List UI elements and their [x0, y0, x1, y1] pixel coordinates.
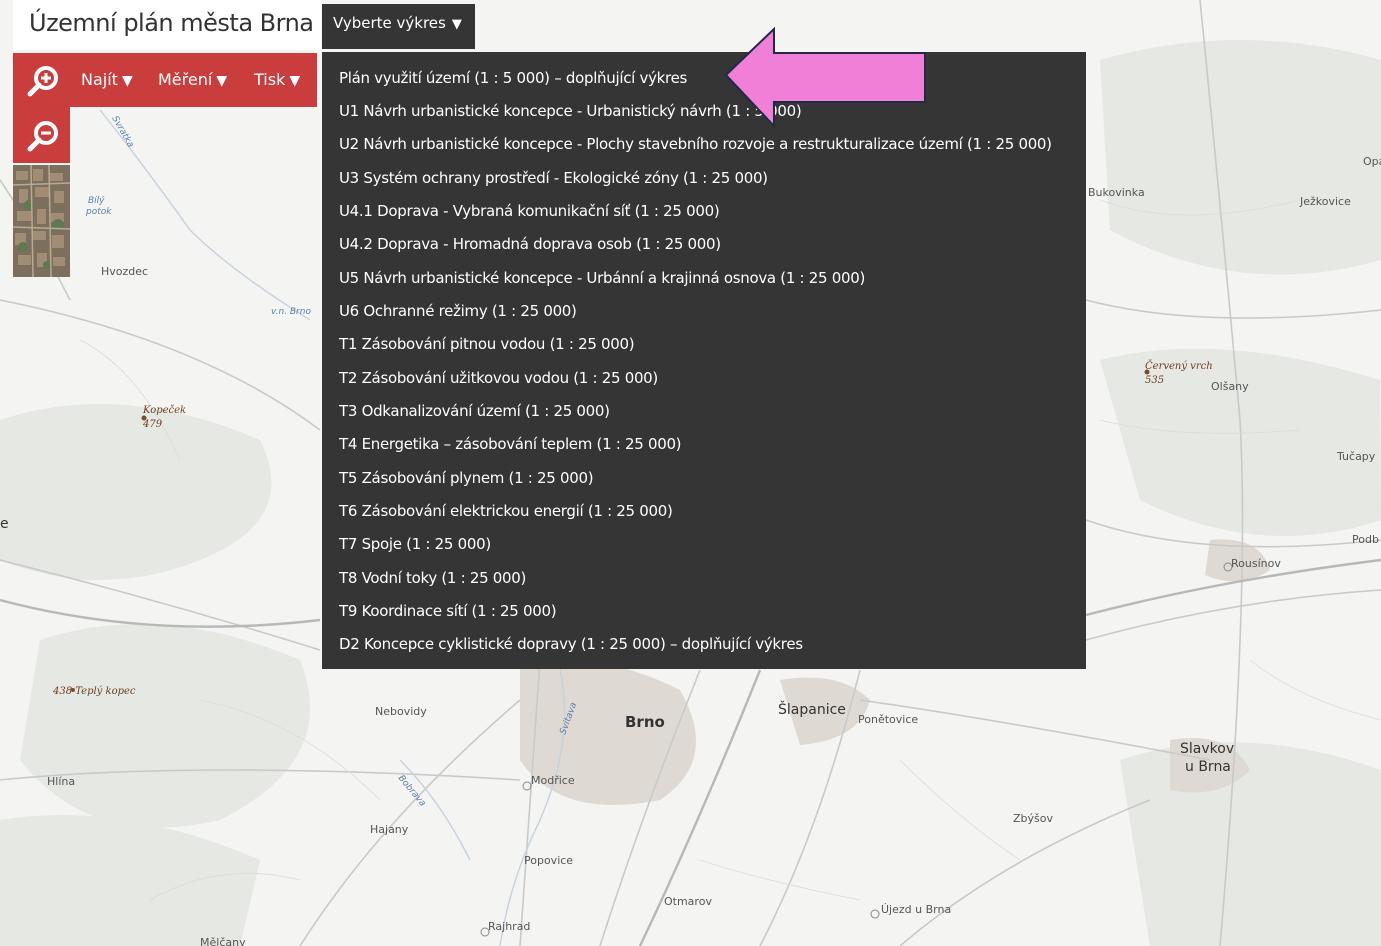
zoom-out-icon: [27, 121, 58, 152]
zoom-in-button[interactable]: [13, 53, 70, 108]
print-label: Tisk: [254, 70, 286, 89]
map-label-brno: Brno: [625, 713, 665, 731]
title-box: Územní plán města Brna: [13, 0, 321, 50]
dropdown-item-u2[interactable]: U2 Návrh urbanistické koncepce - Plochy …: [339, 135, 1052, 153]
map-label-olsany: Olšany: [1211, 380, 1249, 393]
map-label-vn-brno: v.n. Brno: [271, 307, 311, 317]
map-label-bukovinka: Bukovinka: [1088, 186, 1145, 199]
dropdown-item-t5[interactable]: T5 Zásobování plynem (1 : 25 000): [339, 469, 594, 487]
map-label-ponetovice: Ponětovice: [858, 713, 918, 726]
caret-down-icon: ▼: [451, 17, 462, 32]
map-label-tucapy: Tučapy: [1336, 450, 1376, 463]
caret-down-icon: ▼: [216, 73, 228, 89]
orthophoto-thumbnail: [13, 165, 70, 277]
map-label-modrice: Modřice: [531, 774, 575, 787]
dropdown-item-t3[interactable]: T3 Odkanalizování území (1 : 25 000): [339, 402, 610, 420]
map-label-teply-kopec: 438 Teplý kopec: [52, 686, 136, 697]
map-label-rousinov: Rousínov: [1231, 557, 1281, 570]
dropdown-item-t6[interactable]: T6 Zásobování elektrickou energií (1 : 2…: [339, 502, 673, 520]
toolbar: Najít ▼ Měření ▼ Tisk ▼: [70, 53, 317, 107]
orthophoto-layer-toggle[interactable]: [13, 165, 70, 277]
map-label-opa: Opa: [1363, 155, 1381, 168]
map-label-bily-potok: Bílý: [88, 196, 105, 206]
dropdown-item-t1[interactable]: T1 Zásobování pitnou vodou (1 : 25 000): [339, 335, 635, 353]
dropdown-item-t4[interactable]: T4 Energetika – zásobování teplem (1 : 2…: [339, 435, 682, 453]
dropdown-item-u4-1[interactable]: U4.1 Doprava - Vybraná komunikační síť (…: [339, 202, 720, 220]
map-label-popovice: Popovice: [524, 854, 573, 867]
dropdown-item-t2[interactable]: T2 Zásobování užitkovou vodou (1 : 25 00…: [339, 369, 658, 387]
map-label-ujezd: Újezd u Brna: [881, 903, 951, 916]
dropdown-item-u4-2[interactable]: U4.2 Doprava - Hromadná doprava osob (1 …: [339, 235, 721, 253]
zoom-out-button[interactable]: [13, 108, 70, 163]
map-label-kopecek: Kopeček: [142, 405, 186, 416]
dropdown-item-d2[interactable]: D2 Koncepce cyklistické dopravy (1 : 25 …: [339, 635, 803, 653]
page-title: Územní plán města Brna: [29, 9, 314, 37]
find-label: Najít: [81, 70, 118, 89]
dropdown-item-u5[interactable]: U5 Návrh urbanistické koncepce - Urbánní…: [339, 269, 865, 287]
map-label-slavkov: Slavkov: [1180, 741, 1234, 757]
map-label-slapanice: Šlapanice: [778, 700, 846, 718]
map-label-cerveny-vrch-alt: 535: [1145, 375, 1164, 386]
map-label-potok: potok: [85, 207, 112, 217]
dropdown-item-t7[interactable]: T7 Spoje (1 : 25 000): [339, 535, 491, 553]
drawing-dropdown-menu: Plán využití území (1 : 5 000) – doplňuj…: [322, 52, 1086, 669]
map-label-nebovidy: Nebovidy: [375, 705, 427, 718]
zoom-in-icon: [27, 66, 58, 97]
map-label-melcany: Mělčany: [200, 936, 246, 946]
dropdown-item-plan-vyuziti[interactable]: Plán využití území (1 : 5 000) – doplňuj…: [339, 69, 687, 87]
map-label-hlina: Hlína: [47, 775, 75, 788]
dropdown-item-u6[interactable]: U6 Ochranné režimy (1 : 25 000): [339, 302, 577, 320]
drawing-select-button[interactable]: Vyberte výkres ▼: [322, 4, 475, 49]
find-button[interactable]: Najít ▼: [81, 70, 133, 89]
dropdown-item-t9[interactable]: T9 Koordinace sítí (1 : 25 000): [339, 602, 557, 620]
map-label-kopecek-alt: 479: [142, 419, 163, 430]
map-label-rajhrad: Rajhrad: [488, 920, 530, 933]
map-label-zbysov: Zbýšov: [1013, 812, 1053, 825]
caret-down-icon: ▼: [121, 73, 133, 89]
map-label-podb: Podb: [1352, 533, 1379, 546]
caret-down-icon: ▼: [289, 73, 301, 89]
dropdown-item-t8[interactable]: T8 Vodní toky (1 : 25 000): [339, 569, 526, 587]
map-label-cerveny-vrch: Červený vrch: [1145, 360, 1213, 372]
map-label-u-brna: u Brna: [1185, 759, 1231, 775]
drawing-select-label: Vyberte výkres: [333, 14, 446, 32]
print-button[interactable]: Tisk ▼: [254, 70, 300, 89]
map-label-hajany: Hajany: [370, 823, 409, 836]
map-label-hvozdec: Hvozdec: [101, 265, 148, 278]
left-arrow-icon: [724, 26, 926, 129]
map-label-jezkovice: Ježkovice: [1299, 195, 1351, 208]
dropdown-item-u3[interactable]: U3 Systém ochrany prostředí - Ekologické…: [339, 169, 768, 187]
measure-label: Měření: [158, 70, 213, 89]
map-label-e-edge: e: [0, 516, 9, 532]
map-label-otmarov: Otmarov: [664, 895, 712, 908]
measure-button[interactable]: Měření ▼: [158, 70, 227, 89]
